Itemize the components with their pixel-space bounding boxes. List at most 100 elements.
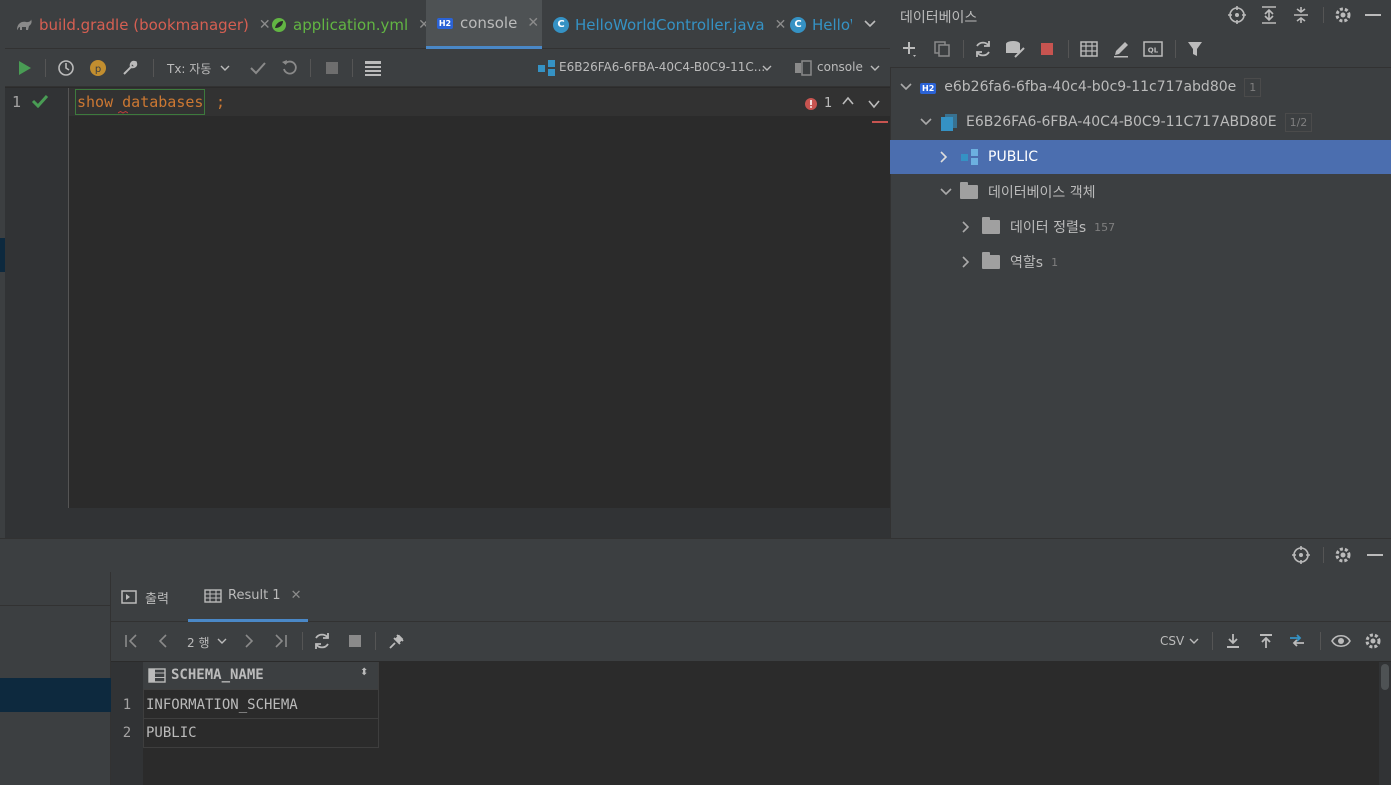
tab-build-gradle[interactable]: build.gradle (bookmanager) ✕ xyxy=(5,0,271,49)
target-icon[interactable] xyxy=(1291,545,1311,565)
sql-keyword: show databases xyxy=(77,93,204,111)
stop-icon[interactable] xyxy=(345,631,365,651)
wrench-icon[interactable] xyxy=(120,58,140,78)
database-panel-header: 데이터베이스 xyxy=(890,0,1391,30)
tab-result-1[interactable]: Result 1 ✕ xyxy=(188,572,308,622)
chevron-down-icon[interactable] xyxy=(757,58,777,78)
tab-helloworld-controller[interactable]: C HelloWorldController.java ✕ xyxy=(543,0,786,49)
table-cell[interactable]: PUBLIC xyxy=(146,719,376,747)
chevron-down-icon[interactable] xyxy=(865,58,885,78)
tab-application-yml[interactable]: application.yml ✕ xyxy=(261,0,430,49)
chevron-right-icon[interactable] xyxy=(962,221,974,233)
class-icon: C xyxy=(553,16,569,34)
settings-gear-icon[interactable] xyxy=(1333,545,1353,565)
chevron-down-icon[interactable] xyxy=(920,118,932,126)
stop-icon[interactable] xyxy=(322,58,342,78)
refresh-icon[interactable] xyxy=(973,39,993,59)
result-grid[interactable]: SCHEMA_NAME ⬍ 1 INFORMATION_SCHEMA 2 PUB… xyxy=(111,662,1391,785)
error-indicator[interactable]: 1 xyxy=(804,96,832,111)
chevron-down-icon[interactable] xyxy=(212,631,232,651)
next-page-icon[interactable] xyxy=(239,631,259,651)
run-icon[interactable] xyxy=(15,58,35,78)
add-icon[interactable] xyxy=(900,39,920,59)
session-select[interactable]: console xyxy=(817,60,863,74)
expand-all-icon[interactable] xyxy=(1259,5,1279,25)
sql-statement[interactable]: show databases xyxy=(75,89,206,115)
database-icon xyxy=(940,113,958,131)
settings-gear-icon[interactable] xyxy=(1333,5,1353,25)
result-tabs: 출력 Result 1 ✕ xyxy=(111,572,1391,622)
column-header-schema-name[interactable]: SCHEMA_NAME ⬍ xyxy=(143,662,378,690)
collapse-all-icon[interactable] xyxy=(1291,5,1311,25)
editor-footer xyxy=(5,508,890,538)
tree-label: e6b26fa6-6fba-40c4-b0c9-11c717abd80e xyxy=(944,79,1237,95)
tab-label: console xyxy=(460,14,518,32)
export-format-select[interactable]: CSV xyxy=(1160,634,1184,648)
tree-database[interactable]: E6B26FA6-6FBA-40C4-B0C9-11C717ABD80E 1/2 xyxy=(890,105,1391,139)
chevron-down-icon[interactable] xyxy=(940,188,952,196)
pin-icon[interactable] xyxy=(387,631,407,651)
view-eye-icon[interactable] xyxy=(1331,631,1351,651)
refresh-icon[interactable] xyxy=(312,631,332,651)
chevron-right-icon[interactable] xyxy=(940,151,952,163)
tab-hello-overflow[interactable]: C HelloW xyxy=(780,0,852,49)
next-error-icon[interactable] xyxy=(867,99,881,109)
datasource-select[interactable]: E6B26FA6-6FBA-40C4-B0C9-11C... xyxy=(559,60,765,74)
tree-datasource[interactable]: H2 e6b26fa6-6fba-40c4-b0c9-11c717abd80e … xyxy=(890,70,1391,104)
target-icon[interactable] xyxy=(1227,5,1247,25)
services-selected-item[interactable] xyxy=(0,678,111,712)
tree-roles[interactable]: 역할s 1 xyxy=(890,245,1391,279)
download-icon[interactable] xyxy=(1223,631,1243,651)
duplicate-icon[interactable] xyxy=(932,39,952,59)
chevron-down-icon[interactable] xyxy=(900,83,912,91)
layout-icon[interactable] xyxy=(363,58,383,78)
table-cell[interactable]: INFORMATION_SCHEMA xyxy=(146,691,376,719)
upload-icon[interactable] xyxy=(1256,631,1276,651)
tree-label: PUBLIC xyxy=(988,149,1038,165)
chevron-right-icon[interactable] xyxy=(962,256,974,268)
stop-icon[interactable] xyxy=(1037,39,1057,59)
query-console-icon[interactable]: QL xyxy=(1143,39,1163,59)
compare-icon[interactable] xyxy=(1288,631,1308,651)
error-stripe-mark[interactable] xyxy=(872,121,888,123)
tabs-dropdown-icon[interactable] xyxy=(860,14,880,34)
tree-collations[interactable]: 데이터 정렬s 157 xyxy=(890,210,1391,244)
class-icon: C xyxy=(790,16,806,34)
editor-gutter: 1 xyxy=(5,88,69,508)
tree-schema-public[interactable]: PUBLIC xyxy=(890,140,1391,174)
table-icon[interactable] xyxy=(1079,39,1099,59)
last-page-icon[interactable] xyxy=(271,631,291,651)
close-icon[interactable]: ✕ xyxy=(291,588,302,603)
minimize-icon[interactable] xyxy=(1365,14,1381,16)
chevron-down-icon[interactable] xyxy=(215,58,235,78)
rollback-icon[interactable] xyxy=(280,58,300,78)
tree-database-objects[interactable]: 데이터베이스 객체 xyxy=(890,175,1391,209)
previous-error-icon[interactable] xyxy=(841,96,855,106)
schema-icon xyxy=(537,58,557,78)
history-icon[interactable] xyxy=(56,58,76,78)
session-icon xyxy=(793,58,813,78)
sql-editor[interactable] xyxy=(5,88,890,508)
panel-title: 데이터베이스 xyxy=(900,10,978,26)
parameters-icon[interactable]: p xyxy=(88,58,108,78)
chevron-down-icon[interactable] xyxy=(1184,631,1204,651)
settings-gear-icon[interactable] xyxy=(1363,631,1383,651)
vertical-scrollbar[interactable] xyxy=(1379,662,1391,785)
first-page-icon[interactable] xyxy=(121,631,141,651)
commit-check-icon[interactable] xyxy=(248,58,268,78)
tree-label: 데이터베이스 객체 xyxy=(988,185,1096,201)
close-icon[interactable]: ✕ xyxy=(527,15,539,31)
filter-icon[interactable] xyxy=(1185,39,1205,59)
rows-per-page-select[interactable]: 2 행 xyxy=(187,634,210,651)
minimize-icon[interactable] xyxy=(1367,554,1383,556)
tree-label: E6B26FA6-6FBA-40C4-B0C9-11C717ABD80E xyxy=(966,114,1277,130)
previous-page-icon[interactable] xyxy=(153,631,173,651)
tree-count: 1/2 xyxy=(1284,112,1313,132)
tab-console[interactable]: H2 console ✕ xyxy=(426,0,542,49)
sort-icon[interactable]: ⬍ xyxy=(360,667,368,678)
row-number: 2 xyxy=(122,725,132,741)
db-properties-icon[interactable] xyxy=(1005,39,1025,59)
edit-pencil-icon[interactable] xyxy=(1111,39,1131,59)
tx-mode-select[interactable]: Tx: 자동 xyxy=(167,60,211,77)
tab-output[interactable]: 출력 xyxy=(121,572,169,622)
